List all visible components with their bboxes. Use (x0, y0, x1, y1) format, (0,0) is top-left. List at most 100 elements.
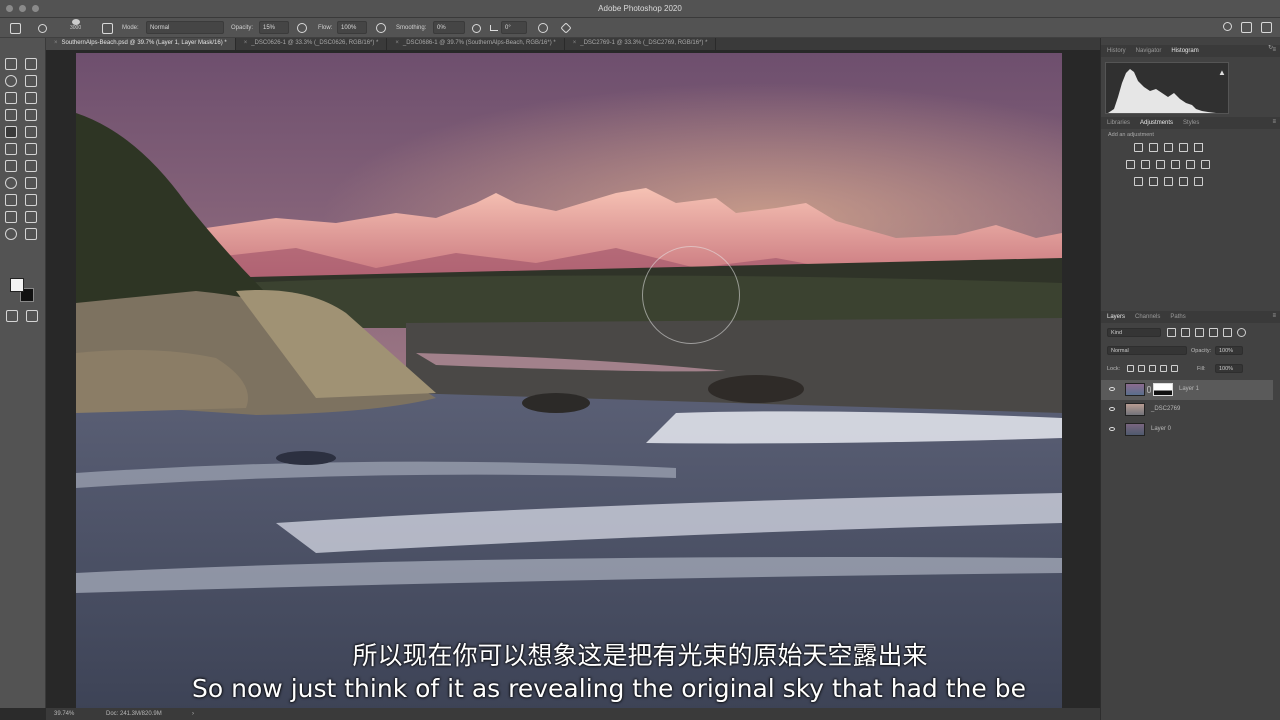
move-tool-icon[interactable] (5, 58, 17, 70)
quick-mask-icon[interactable] (6, 310, 18, 322)
brush-settings-icon[interactable] (102, 22, 113, 34)
tab-navigator[interactable]: Navigator (1136, 48, 1162, 54)
healing-brush-tool-icon[interactable] (25, 109, 37, 121)
warning-icon[interactable]: ▲ (1218, 68, 1226, 77)
close-tab-icon[interactable]: × (244, 40, 248, 46)
crop-tool-icon[interactable] (5, 92, 17, 104)
lock-all-icon[interactable] (1171, 365, 1178, 372)
filter-adjustment-icon[interactable] (1181, 328, 1190, 337)
more-tools-icon[interactable] (25, 228, 37, 240)
tab-layers[interactable]: Layers (1107, 314, 1125, 320)
clone-stamp-tool-icon[interactable] (25, 126, 37, 138)
layer-row-dsc2769[interactable]: _DSC2769 (1101, 400, 1273, 420)
marquee-tool-icon[interactable] (25, 58, 37, 70)
filter-smart-object-icon[interactable] (1223, 328, 1232, 337)
levels-icon[interactable] (1149, 143, 1158, 152)
workspace-icon[interactable] (1241, 22, 1252, 33)
brush-tool-icon[interactable] (5, 126, 17, 138)
panel-menu-icon[interactable]: ≡ (1272, 313, 1276, 319)
filter-type-icon[interactable] (1195, 328, 1204, 337)
pressure-opacity-icon[interactable] (297, 22, 307, 34)
zoom-level[interactable]: 39.74% (54, 711, 74, 717)
eraser-tool-icon[interactable] (25, 143, 37, 155)
hand-tool-icon[interactable] (25, 211, 37, 223)
brightness-contrast-icon[interactable] (1134, 143, 1143, 152)
lock-artboard-icon[interactable] (1160, 365, 1167, 372)
rectangle-tool-icon[interactable] (5, 211, 17, 223)
brush-preset-picker[interactable]: 3000 (70, 19, 81, 31)
color-balance-icon[interactable] (1141, 160, 1150, 169)
foreground-color-swatch[interactable] (10, 278, 24, 292)
tab-libraries[interactable]: Libraries (1107, 120, 1130, 126)
layer-fill-input[interactable]: 100% (1215, 364, 1243, 373)
search-icon[interactable] (1223, 22, 1232, 31)
visibility-eye-icon[interactable] (1109, 427, 1115, 431)
tab-paths[interactable]: Paths (1170, 314, 1185, 320)
tab-histogram[interactable]: Histogram (1171, 48, 1198, 54)
home-icon[interactable] (10, 22, 21, 34)
symmetry-icon[interactable] (560, 22, 572, 34)
opacity-input[interactable]: 15% (259, 21, 289, 34)
filter-toggle-icon[interactable] (1237, 328, 1246, 337)
document-canvas[interactable] (76, 53, 1062, 710)
path-select-tool-icon[interactable] (25, 194, 37, 206)
exposure-icon[interactable] (1179, 143, 1188, 152)
visibility-eye-icon[interactable] (1109, 387, 1115, 391)
gradient-tool-icon[interactable] (5, 160, 17, 172)
dodge-tool-icon[interactable] (5, 177, 17, 189)
posterize-icon[interactable] (1149, 177, 1158, 186)
tab-channels[interactable]: Channels (1135, 314, 1160, 320)
visibility-eye-icon[interactable] (1109, 407, 1115, 411)
refresh-icon[interactable]: ↻ (1268, 44, 1273, 51)
lasso-tool-icon[interactable] (5, 75, 17, 87)
curves-icon[interactable] (1164, 143, 1173, 152)
eyedropper-tool-icon[interactable] (5, 109, 17, 121)
quick-select-tool-icon[interactable] (25, 75, 37, 87)
filter-shape-icon[interactable] (1209, 328, 1218, 337)
smoothing-options-gear-icon[interactable] (472, 22, 481, 34)
lock-pixels-icon[interactable] (1138, 365, 1145, 372)
close-tab-icon[interactable]: × (573, 40, 577, 46)
filter-pixel-icon[interactable] (1167, 328, 1176, 337)
mask-link-icon[interactable] (1147, 386, 1151, 393)
frame-tool-icon[interactable] (25, 92, 37, 104)
share-icon[interactable] (1261, 22, 1272, 33)
tab-history[interactable]: History (1107, 48, 1126, 54)
lock-position-icon[interactable] (1149, 365, 1156, 372)
tab-adjustments[interactable]: Adjustments (1140, 120, 1173, 126)
smoothing-input[interactable]: 0% (433, 21, 465, 34)
panel-menu-icon[interactable]: ≡ (1272, 119, 1276, 125)
type-tool-icon[interactable] (5, 194, 17, 206)
zoom-tool-icon[interactable] (5, 228, 17, 240)
status-menu-chevron-icon[interactable]: › (192, 711, 194, 717)
tab-dsc0626[interactable]: × _DSC0626-1 @ 33.3% (_DSC0626, RGB/16*) … (236, 38, 388, 50)
pressure-size-icon[interactable] (538, 22, 548, 34)
smudge-tool-icon[interactable] (25, 160, 37, 172)
tab-styles[interactable]: Styles (1183, 120, 1199, 126)
lock-transparent-icon[interactable] (1127, 365, 1134, 372)
channel-mixer-icon[interactable] (1186, 160, 1195, 169)
screen-mode-icon[interactable] (26, 310, 38, 322)
layer-row-layer-0[interactable]: Layer 0 (1101, 420, 1273, 440)
selective-color-icon[interactable] (1194, 177, 1203, 186)
hue-saturation-icon[interactable] (1126, 160, 1135, 169)
layer-opacity-input[interactable]: 100% (1215, 346, 1243, 355)
color-lookup-icon[interactable] (1201, 160, 1210, 169)
layer-mask-thumbnail[interactable] (1153, 383, 1173, 396)
pen-tool-icon[interactable] (25, 177, 37, 189)
layer-filter-kind-select[interactable]: Kind (1107, 328, 1161, 337)
mode-select[interactable]: Normal (146, 21, 224, 34)
history-brush-tool-icon[interactable] (5, 143, 17, 155)
flow-input[interactable]: 100% (337, 21, 367, 34)
vibrance-icon[interactable] (1194, 143, 1203, 152)
airbrush-icon[interactable] (376, 22, 386, 34)
tab-dsc0686[interactable]: × _DSC0686-1 @ 39.7% (SouthernAlps-Beach,… (387, 38, 565, 50)
close-tab-icon[interactable]: × (54, 40, 58, 46)
canvas-area[interactable] (46, 50, 1100, 710)
tab-southernalps-beach[interactable]: × SouthernAlps-Beach.psd @ 39.7% (Layer 1… (46, 38, 236, 50)
brush-tool-icon[interactable] (38, 22, 47, 34)
layer-row-layer-1[interactable]: Layer 1 (1101, 380, 1273, 400)
invert-icon[interactable] (1134, 177, 1143, 186)
angle-input[interactable]: 0° (501, 21, 527, 34)
black-white-icon[interactable] (1156, 160, 1165, 169)
